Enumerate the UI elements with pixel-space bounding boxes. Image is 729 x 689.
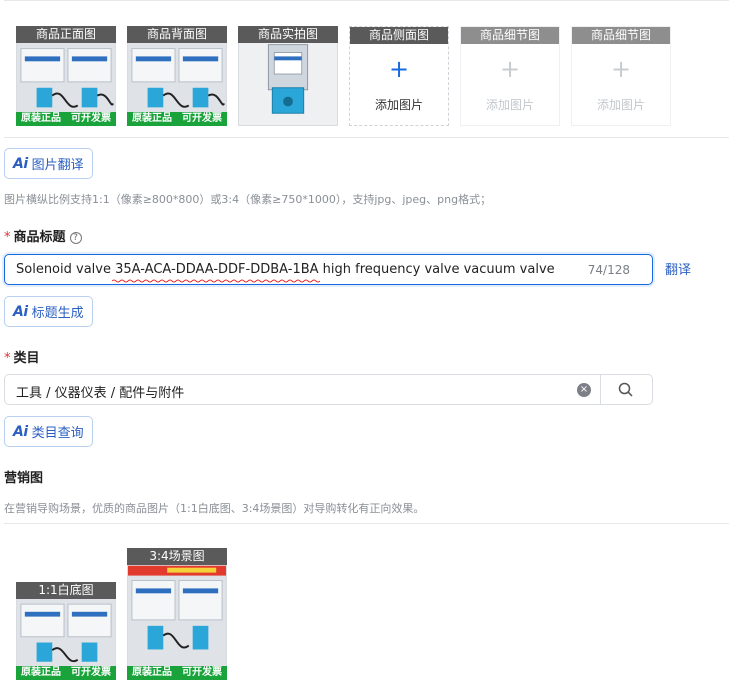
product-photo xyxy=(127,548,227,680)
badge-strip: 原装正品 可开发票 xyxy=(127,666,227,680)
ai-icon: Ai xyxy=(13,155,28,172)
slot-label: 商品细节图 xyxy=(461,27,559,44)
add-image-text: 添加图片 xyxy=(374,98,423,112)
button-label: 类目查询 xyxy=(31,426,84,441)
category-value: 工具 / 仪器仪表 / 配件与附件 xyxy=(16,386,185,401)
image-slot-back[interactable]: 商品背面图 原装正品 可开发票 xyxy=(127,26,227,126)
badge-invoice: 可开发票 xyxy=(177,666,227,680)
slot-label: 商品细节图 xyxy=(572,27,670,44)
marketing-image-square[interactable]: 1:1白底图 原装正品 可开发票 xyxy=(16,582,116,680)
translate-link[interactable]: 翻译 xyxy=(665,259,691,278)
plus-icon: + xyxy=(610,55,632,83)
required-mark: * xyxy=(4,230,11,245)
spellcheck-underline xyxy=(112,279,320,283)
badge-genuine: 原装正品 xyxy=(127,112,177,126)
button-label: 标题生成 xyxy=(31,306,84,321)
slot-label: 商品正面图 xyxy=(16,26,116,43)
add-image-text: 添加图片 xyxy=(485,98,534,112)
add-image-text: 添加图片 xyxy=(596,98,645,112)
category-input[interactable]: 工具 / 仪器仪表 / 配件与附件 × xyxy=(4,374,653,405)
image-format-hint: 图片横纵比例支持1:1（像素≥800*800）或3:4（像素≥750*1000）… xyxy=(4,193,492,206)
slot-label: 商品背面图 xyxy=(127,26,227,43)
badge-genuine: 原装正品 xyxy=(127,666,177,680)
badge-genuine: 原装正品 xyxy=(16,666,66,680)
marketing-image-label: 3:4场景图 xyxy=(127,548,227,565)
title-input[interactable]: Solenoid valve 35A-ACA-DDAA-DDF-DDBA-1BA… xyxy=(4,254,653,285)
marketing-heading: 营销图 xyxy=(4,471,44,486)
ai-image-translate-button[interactable]: Ai 图片翻译 xyxy=(4,148,93,179)
ai-icon: Ai xyxy=(13,423,28,440)
plus-icon: + xyxy=(388,55,410,83)
image-slot-side[interactable]: 商品侧面图 + 添加图片 xyxy=(349,26,449,126)
slot-label: 商品侧面图 xyxy=(350,27,448,44)
plus-icon: + xyxy=(499,55,521,83)
label-text: 商品标题 xyxy=(13,230,66,245)
title-field-label: * 商品标题? xyxy=(4,226,82,245)
category-field-label: * 类目 xyxy=(4,347,40,366)
image-slot-detail-1[interactable]: 商品细节图 + 添加图片 xyxy=(460,26,560,126)
slot-label: 商品实拍图 xyxy=(238,26,338,43)
badge-invoice: 可开发票 xyxy=(66,666,116,680)
badge-strip: 原装正品 可开发票 xyxy=(127,112,227,126)
ai-icon: Ai xyxy=(13,303,28,320)
search-icon[interactable] xyxy=(617,381,635,399)
help-icon[interactable]: ? xyxy=(69,232,82,244)
title-char-counter: 74/128 xyxy=(587,263,630,277)
image-slot-detail-2[interactable]: 商品细节图 + 添加图片 xyxy=(571,26,671,126)
button-label: 图片翻译 xyxy=(31,158,84,173)
image-slot-real-shot[interactable]: 商品实拍图 xyxy=(238,26,338,126)
ai-category-query-button[interactable]: Ai 类目查询 xyxy=(4,416,93,447)
clear-icon[interactable]: × xyxy=(577,383,591,397)
marketing-hint: 在营销导购场景，优质的商品图片（1:1白底图、3:4场景图）对导购转化有正向效果… xyxy=(4,502,425,515)
marketing-image-label: 1:1白底图 xyxy=(16,582,116,599)
marketing-image-portrait[interactable]: 3:4场景图 原装正品 可开发票 xyxy=(127,548,227,680)
badge-genuine: 原装正品 xyxy=(16,112,66,126)
divider xyxy=(600,375,601,404)
image-slot-front[interactable]: 商品正面图 原装正品 可开发票 xyxy=(16,26,116,126)
badge-strip: 原装正品 可开发票 xyxy=(16,666,116,680)
badge-invoice: 可开发票 xyxy=(177,112,227,126)
badge-strip: 原装正品 可开发票 xyxy=(16,112,116,126)
required-mark: * xyxy=(4,351,11,366)
label-text: 类目 xyxy=(13,351,40,366)
ai-title-generate-button[interactable]: Ai 标题生成 xyxy=(4,296,93,327)
badge-invoice: 可开发票 xyxy=(66,112,116,126)
title-value: Solenoid valve 35A-ACA-DDAA-DDF-DDBA-1BA… xyxy=(16,262,555,277)
